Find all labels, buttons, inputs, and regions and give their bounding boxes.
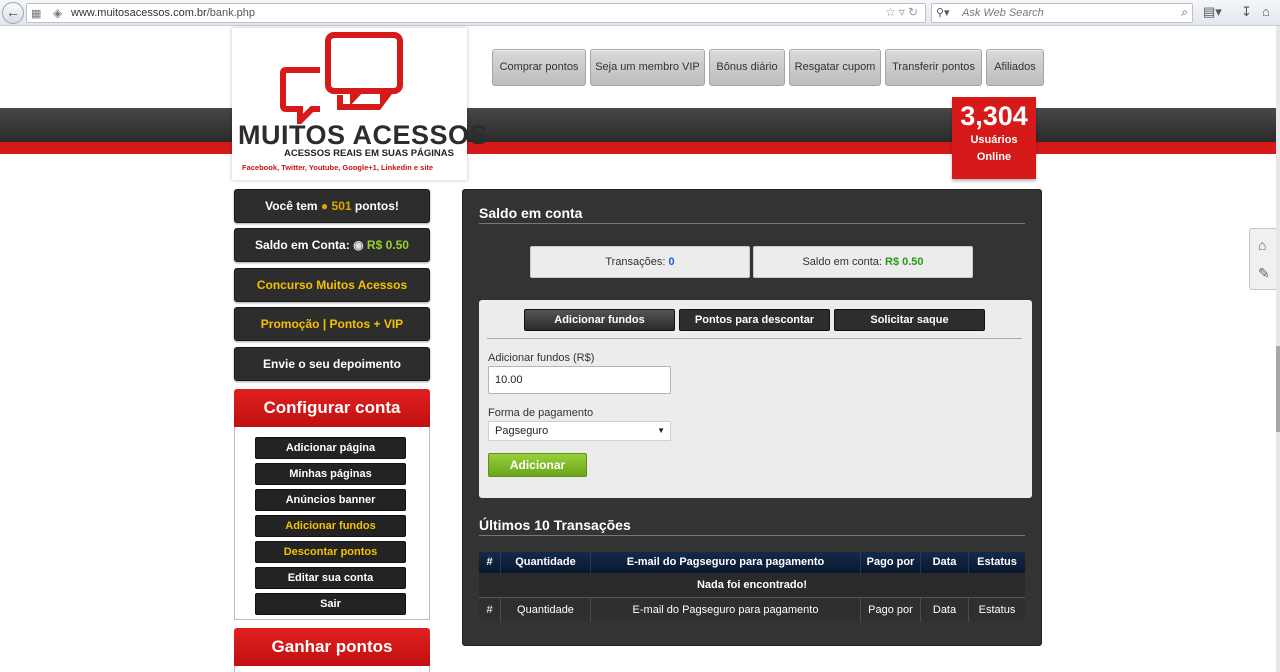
url-text: www.muitosacessos.com.br/bank.php <box>71 7 255 19</box>
col-date: Data <box>921 552 969 573</box>
menu-discount-points[interactable]: Descontar pontos <box>255 541 406 563</box>
logo-title: MUITOS ACESSOS <box>238 120 489 150</box>
bookmark-star-icon[interactable]: ☆▿↻ <box>885 5 921 19</box>
transactions-title: Últimos 10 Transações <box>479 517 631 533</box>
testimonial-button[interactable]: Envie o seu depoimento <box>234 347 430 381</box>
tab-points-discount[interactable]: Pontos para descontar <box>679 309 830 331</box>
tab-add-funds[interactable]: Adicionar fundos <box>524 309 675 331</box>
col-email: E-mail do Pagseguro para pagamento <box>591 552 861 573</box>
balance-label: Saldo em conta: <box>802 256 882 268</box>
nav-buy-points-button[interactable]: Comprar pontos <box>492 49 586 86</box>
browser-toolbar: ← ▦ ◈ www.muitosacessos.com.br/bank.php … <box>0 0 1280 26</box>
balance-prefix: Saldo em Conta: <box>255 238 350 252</box>
config-panel-title: Configurar conta <box>234 389 430 427</box>
chat-bubbles-logo-icon <box>280 32 403 124</box>
download-icon[interactable]: ↧ <box>1241 4 1252 20</box>
users-online-badge: 3,304 Usuários Online <box>952 97 1036 179</box>
balance-value: R$ 0.50 <box>366 238 409 252</box>
add-funds-button[interactable]: Adicionar <box>488 453 587 477</box>
menu-edit-account[interactable]: Editar sua conta <box>255 567 406 589</box>
house-icon[interactable]: ⌂ <box>1258 237 1266 253</box>
coins-icon: ● <box>320 199 329 213</box>
online-label-online: Online <box>976 151 1012 163</box>
transactions-table-header: # Quantidade E-mail do Pagseguro para pa… <box>479 552 1025 573</box>
menu-add-page[interactable]: Adicionar página <box>255 437 406 459</box>
divider <box>487 338 1022 339</box>
online-label-users: Usuários <box>970 134 1018 146</box>
points-suffix: pontos! <box>354 199 399 213</box>
foot-status: Estatus <box>978 604 1016 616</box>
points-value: 501 <box>331 199 352 213</box>
search-icon[interactable]: ⌕ <box>1181 5 1188 20</box>
scrollbar[interactable] <box>1276 26 1280 672</box>
amount-label: Adicionar fundos (R$) <box>488 352 595 364</box>
balance-panel: Saldo em conta Transações: 0 Saldo em co… <box>462 189 1042 646</box>
foot-email: E-mail do Pagseguro para pagamento <box>591 598 861 622</box>
nav-vip-button[interactable]: Seja um membro VIP <box>590 49 705 86</box>
address-bar[interactable]: ▦ ◈ www.muitosacessos.com.br/bank.php ☆▿… <box>26 3 926 23</box>
grid-icon: ▦ <box>31 8 42 20</box>
url-path: /bank.php <box>206 7 256 19</box>
site-logo[interactable]: MUITOS ACESSOS ACESSOS REAIS EM SUAS PÁG… <box>232 28 488 180</box>
payment-method-value: Pagseguro <box>495 425 549 437</box>
transactions-count-box: Transações: 0 <box>530 246 750 278</box>
promo-button[interactable]: Promoção | Pontos + VIP <box>234 307 430 341</box>
home-icon[interactable]: ⌂ <box>1262 4 1270 19</box>
points-prefix: Você tem <box>265 199 318 213</box>
money-bag-icon: ◉ <box>353 238 364 252</box>
amount-input[interactable]: 10.00 <box>488 366 671 394</box>
account-balance-box: Saldo em Conta: ◉ R$ 0.50 <box>234 228 430 262</box>
contest-button[interactable]: Concurso Muitos Acessos <box>234 268 430 302</box>
header-red-stripe <box>0 142 1276 154</box>
foot-quantity: Quantidade <box>501 598 591 622</box>
search-box[interactable]: ⚲▾ Ask Web Search ⌕ <box>931 3 1193 23</box>
nav-transfer-points-button[interactable]: Transferir pontos <box>885 49 982 86</box>
earn-points-panel <box>234 666 430 672</box>
points-balance-box: Você tem ● 501 pontos! <box>234 189 430 223</box>
transactions-table-footer: # Quantidade E-mail do Pagseguro para pa… <box>479 597 1025 622</box>
col-number: # <box>479 552 501 573</box>
foot-number: # <box>479 598 501 622</box>
back-arrow-icon[interactable]: ← <box>2 2 24 24</box>
page-title: Saldo em conta <box>479 205 583 221</box>
menu-logout[interactable]: Sair <box>255 593 406 615</box>
payment-method-select[interactable]: Pagseguro ▼ <box>488 421 671 441</box>
menu-my-pages[interactable]: Minhas páginas <box>255 463 406 485</box>
divider <box>479 223 1025 224</box>
balance-box: Saldo em conta: R$ 0.50 <box>753 246 973 278</box>
chevron-down-icon: ▼ <box>657 426 665 435</box>
col-paid-by: Pago por <box>861 552 921 573</box>
search-engine-icon[interactable]: ⚲▾ <box>936 6 950 19</box>
empty-table-message: Nada foi encontrado! <box>479 573 1025 597</box>
payment-method-label: Forma de pagamento <box>488 407 594 419</box>
col-status: Estatus <box>977 556 1017 568</box>
nav-redeem-coupon-button[interactable]: Resgatar cupom <box>789 49 881 86</box>
url-host: www.muitosacessos.com.br <box>71 7 207 19</box>
earn-points-panel-title: Ganhar pontos <box>234 628 430 666</box>
online-count: 3,304 <box>960 101 1028 131</box>
globe-icon: ◈ <box>53 6 63 20</box>
nav-affiliates-button[interactable]: Afiliados <box>986 49 1044 86</box>
add-funds-form: Adicionar fundos Pontos para descontar S… <box>479 300 1032 498</box>
balance-amount: R$ 0.50 <box>885 256 924 268</box>
header-stripe <box>0 108 1276 142</box>
scrollbar-thumb[interactable] <box>1276 346 1280 432</box>
logo-subtitle: ACESSOS REAIS EM SUAS PÁGINAS <box>284 148 454 159</box>
col-quantity: Quantidade <box>501 552 591 573</box>
transactions-label: Transações: <box>605 256 666 268</box>
menu-banner-ads[interactable]: Anúncios banner <box>255 489 406 511</box>
bookmarks-icon[interactable]: ▤▾ <box>1203 4 1222 20</box>
divider <box>479 535 1025 536</box>
menu-add-funds[interactable]: Adicionar fundos <box>255 515 406 537</box>
logo-social-list: Facebook, Twitter, Youtube, Google+1, Li… <box>242 163 434 172</box>
foot-date: Data <box>921 598 969 622</box>
foot-paid-by: Pago por <box>861 598 921 622</box>
search-input[interactable]: Ask Web Search <box>962 7 1044 19</box>
transactions-value: 0 <box>668 256 675 268</box>
pencil-icon[interactable]: ✎ <box>1258 265 1270 282</box>
nav-daily-bonus-button[interactable]: Bônus diário <box>709 49 785 86</box>
tab-request-withdrawal[interactable]: Solicitar saque <box>834 309 985 331</box>
